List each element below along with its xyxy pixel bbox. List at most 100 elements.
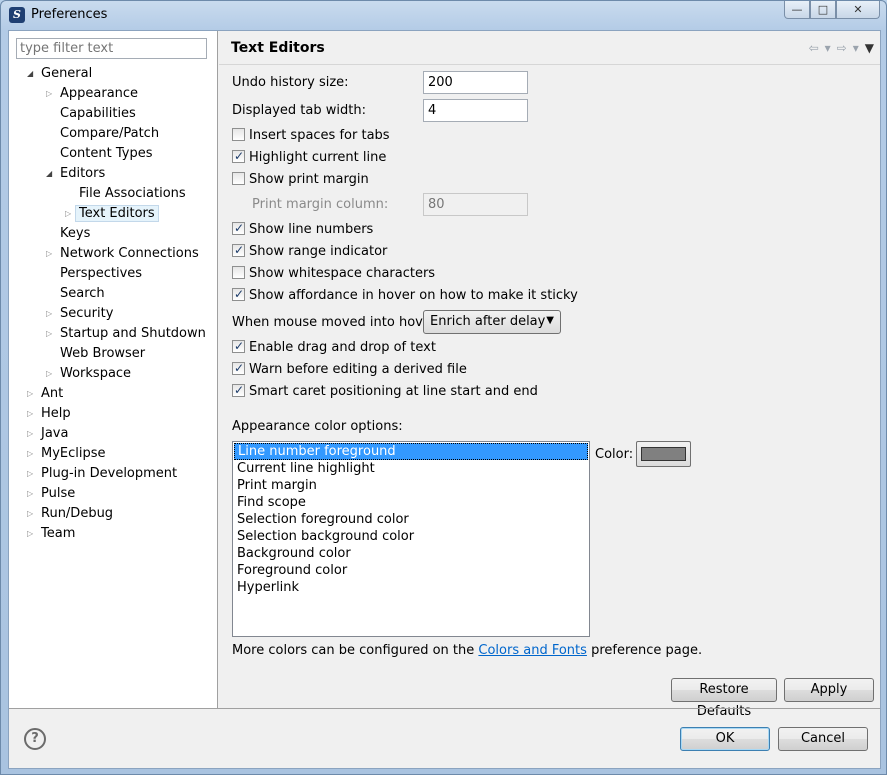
checkbox-icon[interactable] — [232, 286, 245, 302]
tree-item-pulse[interactable]: ▷ Pulse — [27, 484, 75, 504]
collapsed-arrow-icon[interactable]: ▷ — [27, 430, 35, 438]
checkbox-icon[interactable] — [232, 220, 245, 236]
tree-item-general[interactable]: ◢ General — [27, 64, 92, 84]
expanded-arrow-icon[interactable]: ◢ — [27, 70, 35, 78]
collapsed-arrow-icon[interactable]: ▷ — [27, 410, 35, 418]
forward-arrow-icon[interactable]: ⇨ — [837, 41, 847, 55]
back-arrow-icon[interactable]: ⇦ — [809, 41, 819, 55]
filter-input[interactable] — [16, 38, 207, 59]
tree-item-search[interactable]: Search — [60, 284, 105, 304]
tree-item-run-debug[interactable]: ▷ Run/Debug — [27, 504, 113, 524]
ok-button[interactable]: OK — [680, 727, 770, 751]
list-item[interactable]: Print margin — [234, 477, 588, 494]
tree-item-appearance[interactable]: ▷ Appearance — [46, 84, 138, 104]
print-margin-field: 80 — [423, 193, 528, 216]
tree-item-team[interactable]: ▷ Team — [27, 524, 75, 544]
title-bar: S Preferences — □ ✕ — [1, 1, 886, 28]
back-dropdown-icon[interactable]: ▾ — [825, 41, 831, 55]
dropdown-arrow-icon: ▼ — [546, 315, 554, 326]
collapsed-arrow-icon[interactable]: ▷ — [46, 330, 54, 338]
collapsed-arrow-icon[interactable]: ▷ — [27, 470, 35, 478]
checkbox-icon[interactable] — [232, 128, 245, 141]
tree-item-file-associations[interactable]: File Associations — [79, 184, 186, 204]
checkbox-icon[interactable] — [232, 360, 245, 376]
preferences-window: S Preferences — □ ✕ ◢ General ▷ Appearan… — [0, 0, 887, 775]
color-label: Color: — [595, 447, 634, 462]
list-item[interactable]: Selection foreground color — [234, 511, 588, 528]
checkbox-icon[interactable] — [232, 242, 245, 258]
warn-derived-checkbox[interactable]: Warn before editing a derived file — [232, 360, 467, 378]
tree-item-ant[interactable]: ▷ Ant — [27, 384, 63, 404]
tree-item-keys[interactable]: Keys — [60, 224, 90, 244]
list-item[interactable]: Background color — [234, 545, 588, 562]
color-picker-button[interactable] — [636, 441, 691, 467]
checkbox-icon[interactable] — [232, 266, 245, 279]
tree-item-workspace[interactable]: ▷ Workspace — [46, 364, 131, 384]
collapsed-arrow-icon[interactable]: ▷ — [27, 530, 35, 538]
minimize-button[interactable]: — — [784, 1, 810, 19]
checkbox-icon[interactable] — [232, 148, 245, 164]
highlight-line-checkbox[interactable]: Highlight current line — [232, 148, 386, 166]
checkbox-icon[interactable] — [232, 338, 245, 354]
tree-item-web-browser[interactable]: Web Browser — [60, 344, 145, 364]
restore-button[interactable]: □ — [810, 1, 836, 19]
list-item[interactable]: Selection background color — [234, 528, 588, 545]
tree-item-plugin-development[interactable]: ▷ Plug-in Development — [27, 464, 177, 484]
restore-defaults-button[interactable]: Restore Defaults — [671, 678, 777, 719]
collapsed-arrow-icon[interactable]: ▷ — [46, 90, 54, 98]
list-item[interactable]: Find scope — [234, 494, 588, 511]
collapsed-arrow-icon[interactable]: ▷ — [27, 510, 35, 518]
close-button[interactable]: ✕ — [836, 1, 880, 19]
show-range-indicator-checkbox[interactable]: Show range indicator — [232, 242, 387, 260]
tree-item-compare-patch[interactable]: Compare/Patch — [60, 124, 159, 144]
collapsed-arrow-icon[interactable]: ▷ — [46, 370, 54, 378]
hover-select[interactable]: Enrich after delay ▼ — [423, 310, 561, 334]
checkbox-icon[interactable] — [232, 382, 245, 398]
checkbox-icon[interactable] — [232, 172, 245, 185]
page-navigation: ⇦ ▾ ⇨ ▾ ▼ — [809, 41, 874, 55]
list-item[interactable]: Current line highlight — [234, 460, 588, 477]
show-line-numbers-checkbox[interactable]: Show line numbers — [232, 220, 373, 238]
tree-item-help[interactable]: ▷ Help — [27, 404, 71, 424]
tree-item-capabilities[interactable]: Capabilities — [60, 104, 136, 124]
show-affordance-checkbox[interactable]: Show affordance in hover on how to make … — [232, 286, 578, 304]
undo-history-field[interactable]: 200 — [423, 71, 528, 94]
apply-button[interactable]: Apply — [784, 678, 874, 702]
tree-item-perspectives[interactable]: Perspectives — [60, 264, 142, 284]
expanded-arrow-icon[interactable]: ◢ — [46, 170, 54, 178]
page-title: Text Editors — [231, 40, 325, 56]
list-item[interactable]: Line number foreground — [234, 443, 588, 460]
insert-spaces-checkbox[interactable]: Insert spaces for tabs — [232, 128, 390, 144]
collapsed-arrow-icon[interactable]: ▷ — [27, 490, 35, 498]
tree-item-security[interactable]: ▷ Security — [46, 304, 113, 324]
tree-item-text-editors[interactable]: ▷ Text Editors — [65, 204, 159, 224]
collapsed-arrow-icon[interactable]: ▷ — [27, 450, 35, 458]
footer-separator — [9, 708, 880, 709]
view-menu-icon[interactable]: ▼ — [865, 41, 874, 55]
forward-dropdown-icon[interactable]: ▾ — [853, 41, 859, 55]
collapsed-arrow-icon[interactable]: ▷ — [65, 210, 73, 218]
tab-width-field[interactable]: 4 — [423, 99, 528, 122]
help-icon[interactable]: ? — [24, 728, 46, 750]
collapsed-arrow-icon[interactable]: ▷ — [46, 250, 54, 258]
colors-and-fonts-link[interactable]: Colors and Fonts — [478, 643, 587, 658]
tree-item-java[interactable]: ▷ Java — [27, 424, 68, 444]
cancel-button[interactable]: Cancel — [778, 727, 868, 751]
show-whitespace-checkbox[interactable]: Show whitespace characters — [232, 266, 435, 282]
tab-width-label: Displayed tab width: — [232, 103, 366, 118]
show-print-margin-checkbox[interactable]: Show print margin — [232, 172, 369, 188]
tree-item-editors[interactable]: ◢ Editors — [46, 164, 105, 184]
tree-item-startup-shutdown[interactable]: ▷ Startup and Shutdown — [46, 324, 206, 344]
color-options-list[interactable]: Line number foreground Current line high… — [232, 441, 590, 637]
undo-history-label: Undo history size: — [232, 75, 349, 90]
collapsed-arrow-icon[interactable]: ▷ — [27, 390, 35, 398]
tree-item-myeclipse[interactable]: ▷ MyEclipse — [27, 444, 106, 464]
preference-page: Text Editors ⇦ ▾ ⇨ ▾ ▼ Undo history size… — [219, 31, 880, 719]
tree-item-content-types[interactable]: Content Types — [60, 144, 152, 164]
tree-item-network-connections[interactable]: ▷ Network Connections — [46, 244, 199, 264]
list-item[interactable]: Hyperlink — [234, 579, 588, 596]
smart-caret-checkbox[interactable]: Smart caret positioning at line start an… — [232, 382, 538, 400]
drag-drop-checkbox[interactable]: Enable drag and drop of text — [232, 338, 436, 356]
list-item[interactable]: Foreground color — [234, 562, 588, 579]
collapsed-arrow-icon[interactable]: ▷ — [46, 310, 54, 318]
